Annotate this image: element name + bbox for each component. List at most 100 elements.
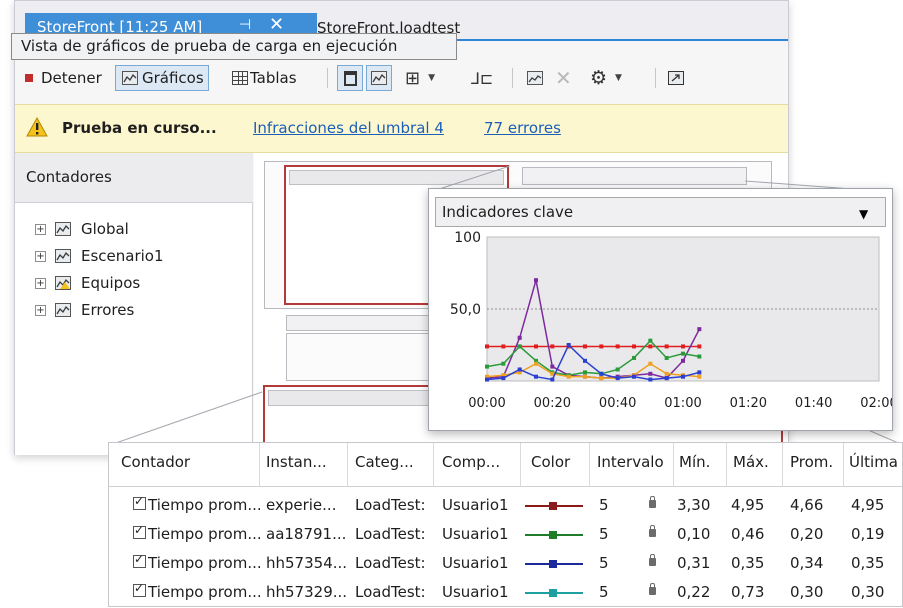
data-point (615, 344, 620, 349)
cell-instance: aa18791... (266, 525, 347, 543)
graph-selector-value: Indicadores clave (442, 203, 574, 221)
cell-avg: 0,30 (790, 583, 824, 601)
table-row[interactable]: Tiempo prom...hh57329... LoadTest: Usuario… (109, 578, 902, 607)
cell-counter: Tiempo prom... (148, 525, 262, 543)
cell-avg: 4,66 (790, 496, 824, 514)
data-point (583, 358, 587, 363)
data-point (681, 344, 685, 349)
table-row[interactable]: Tiempo prom...aa18791... LoadTest: Usuario… (109, 520, 902, 549)
cell-category: LoadTest: (355, 496, 426, 514)
x-tick-label: 02:00 (860, 396, 892, 411)
data-point (566, 343, 571, 347)
cell-computer: Usuario1 (442, 583, 509, 601)
data-point (485, 377, 489, 382)
chevron-down-icon[interactable]: ▼ (859, 207, 868, 221)
data-point (583, 374, 587, 379)
data-point (501, 344, 506, 349)
data-point (632, 374, 636, 379)
column-header-computer[interactable]: Comp... (442, 453, 500, 471)
row-checkbox[interactable] (133, 552, 146, 568)
cell-max: 0,35 (731, 554, 765, 572)
color-swatch[interactable] (525, 502, 583, 510)
data-point (632, 344, 636, 349)
data-point (681, 358, 685, 363)
x-tick-label: 01:00 (664, 396, 701, 411)
row-checkbox[interactable] (133, 523, 146, 539)
data-point (664, 376, 669, 381)
data-point (664, 371, 669, 376)
cell-instance: hh57354... (266, 554, 348, 572)
data-point (681, 351, 685, 356)
data-point (583, 370, 587, 375)
lock-icon (649, 583, 656, 595)
data-point (697, 344, 702, 349)
y-tick-label: 100 (454, 230, 481, 246)
cell-computer: Usuario1 (442, 554, 509, 572)
cell-interval: 5 (599, 554, 609, 572)
graph-selector-dropdown[interactable]: Indicadores clave (435, 197, 886, 227)
cell-last: 4,95 (851, 496, 885, 514)
data-point (664, 355, 669, 360)
column-header-last[interactable]: Última (849, 453, 898, 471)
cell-category: LoadTest: (355, 583, 426, 601)
color-swatch[interactable] (525, 589, 583, 597)
column-header-min[interactable]: Mín. (679, 453, 710, 471)
cell-interval: 5 (599, 525, 609, 543)
cell-avg: 0,20 (790, 525, 824, 543)
column-header-max[interactable]: Máx. (733, 453, 769, 471)
column-header-color[interactable]: Color (531, 453, 570, 471)
column-header-counter[interactable]: Contador (121, 453, 190, 471)
data-point (550, 344, 555, 349)
cell-min: 0,31 (677, 554, 711, 572)
cell-interval: 5 (599, 583, 609, 601)
x-tick-label: 00:20 (534, 396, 571, 411)
cell-max: 0,46 (731, 525, 765, 543)
data-point (697, 354, 702, 359)
x-tick-label: 00:40 (599, 396, 636, 411)
data-point (517, 335, 522, 340)
row-checkbox[interactable] (133, 581, 146, 597)
data-point (697, 370, 702, 375)
cell-counter: Tiempo prom... (148, 554, 262, 572)
data-point (648, 361, 653, 366)
data-point (615, 376, 620, 381)
cell-min: 3,30 (677, 496, 711, 514)
cell-last: 0,35 (851, 554, 885, 572)
cell-max: 0,73 (731, 583, 765, 601)
cell-min: 0,22 (677, 583, 711, 601)
column-header-avg[interactable]: Prom. (790, 453, 833, 471)
data-point (485, 364, 489, 369)
column-header-category[interactable]: Categ... (355, 453, 414, 471)
cell-instance: experie... (266, 496, 337, 514)
counters-grid: Contador Instan... Categ... Comp... Colo… (108, 442, 903, 607)
data-point (648, 377, 653, 382)
color-swatch[interactable] (525, 531, 583, 539)
column-header-interval[interactable]: Intervalo (597, 453, 664, 471)
data-point (664, 344, 669, 349)
data-point (648, 344, 653, 349)
x-tick-label: 01:40 (795, 396, 832, 411)
lock-icon (649, 525, 656, 537)
grid-header-row: Contador Instan... Categ... Comp... Colo… (109, 443, 902, 487)
cell-instance: hh57329... (266, 583, 348, 601)
x-tick-label: 00:00 (468, 396, 505, 411)
grid-body: Tiempo prom...experie...LoadTest:Usuario… (109, 491, 902, 608)
data-point (550, 377, 555, 382)
cell-computer: Usuario1 (442, 496, 509, 514)
data-point (501, 361, 506, 366)
data-point (534, 374, 538, 379)
cell-computer: Usuario1 (442, 525, 509, 543)
table-row[interactable]: Tiempo prom...experie... LoadTest: Usuario… (109, 491, 902, 520)
row-checkbox[interactable] (133, 494, 146, 510)
cell-counter: Tiempo prom... (148, 583, 262, 601)
data-point (632, 355, 636, 360)
column-header-instance[interactable]: Instan... (266, 453, 327, 471)
x-tick-label: 01:20 (730, 396, 767, 411)
table-row[interactable]: Tiempo prom...hh57354... LoadTest: Usuario… (109, 549, 902, 578)
color-swatch[interactable] (525, 560, 583, 568)
cell-avg: 0,34 (790, 554, 824, 572)
cell-category: LoadTest: (355, 554, 426, 572)
data-point (615, 367, 620, 372)
data-point (599, 371, 604, 376)
tooltip: Vista de gráficos de prueba de carga en … (11, 33, 457, 60)
